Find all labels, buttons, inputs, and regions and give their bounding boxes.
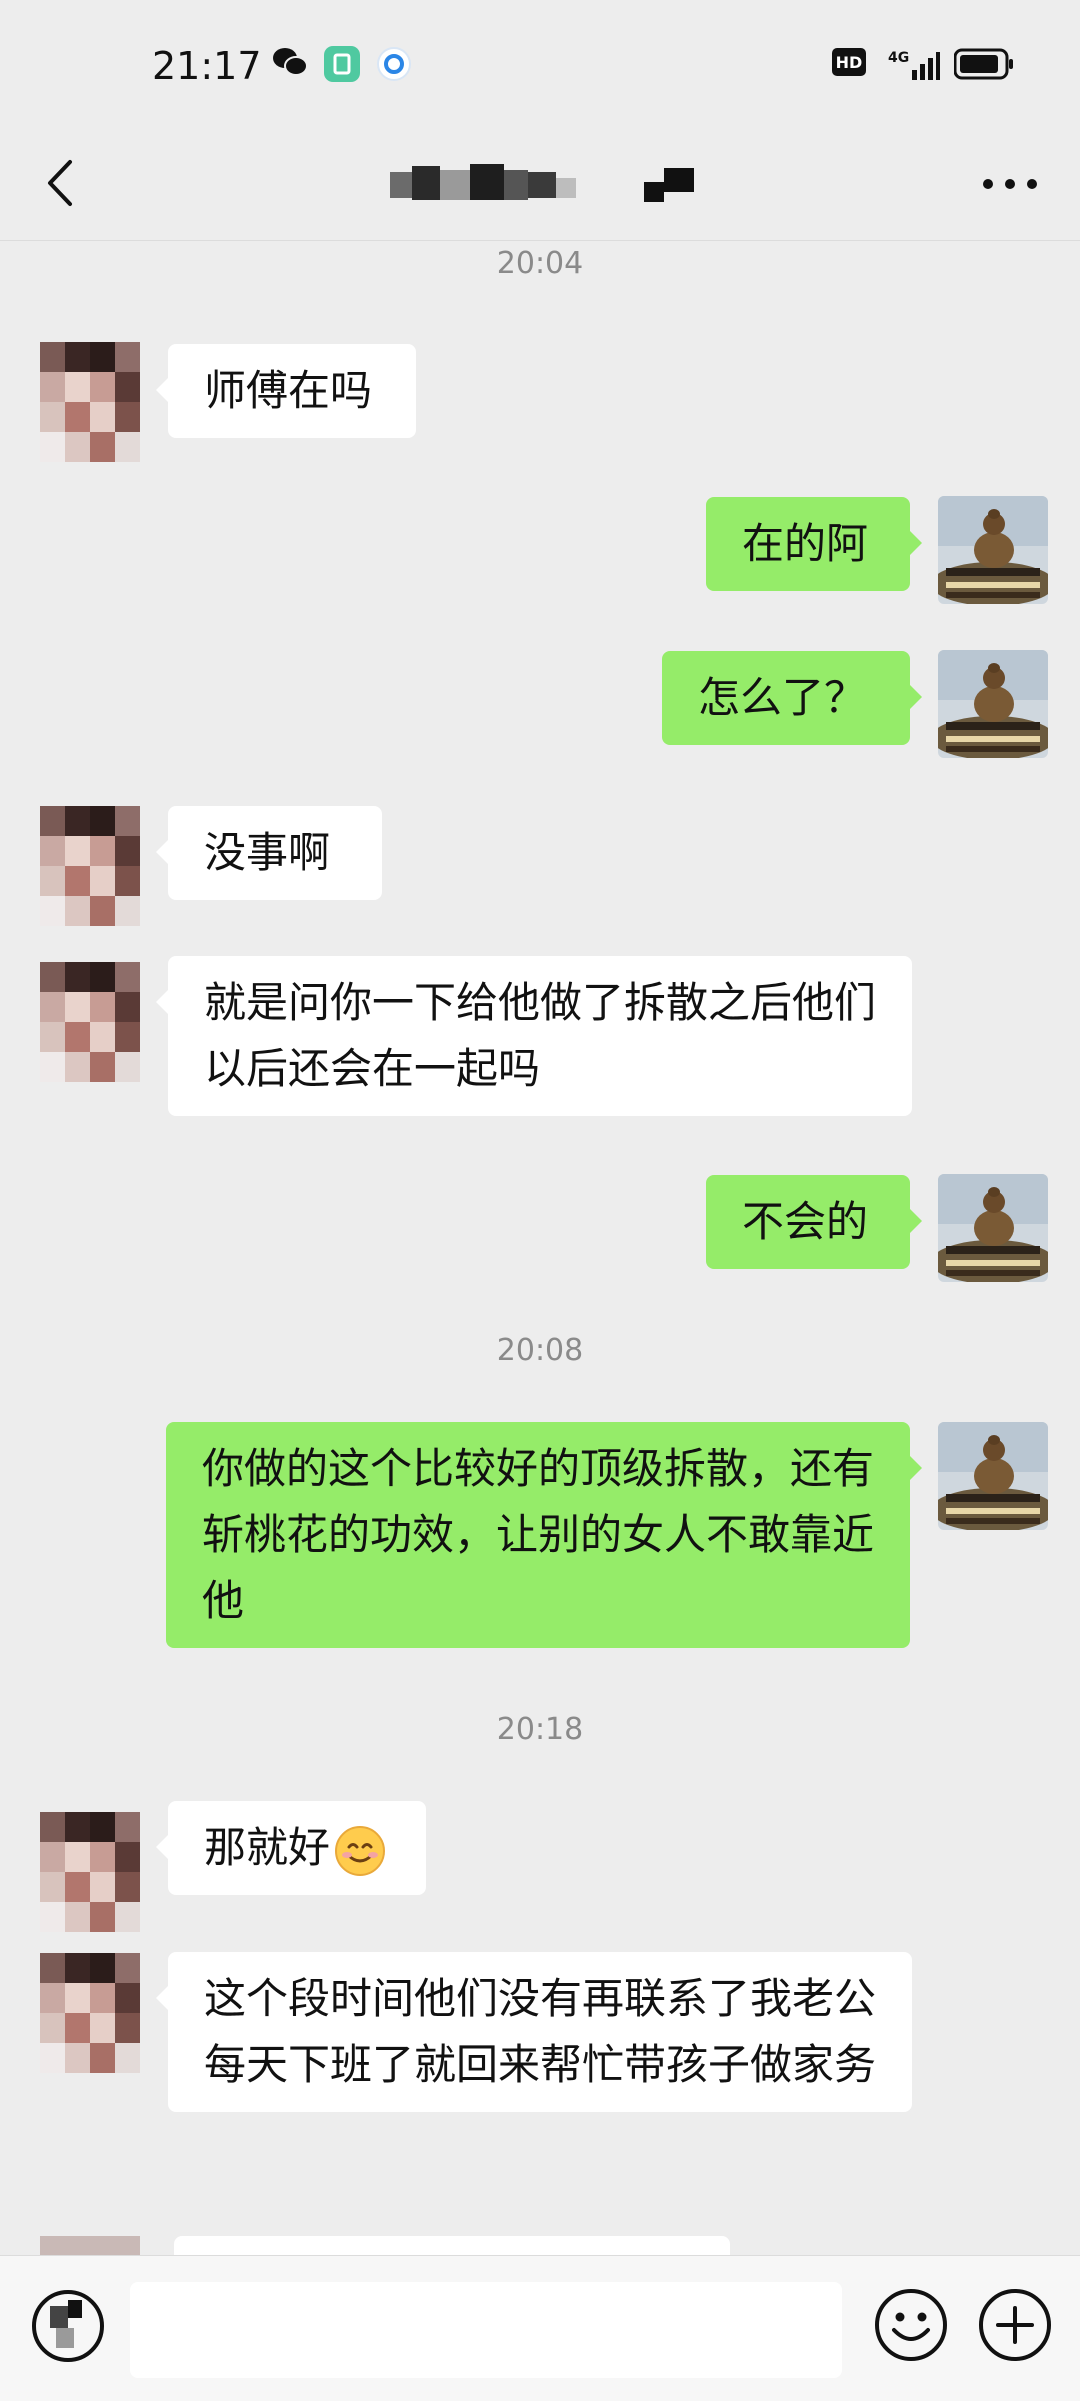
contact-avatar[interactable] — [40, 806, 140, 926]
hd-badge-icon: HD — [832, 48, 866, 76]
contact-avatar — [40, 2236, 140, 2256]
contact-avatar[interactable] — [40, 342, 140, 462]
wechat-icon — [273, 48, 308, 76]
my-avatar[interactable] — [938, 650, 1048, 758]
hd-label: HD — [836, 53, 863, 72]
app-notification-icon — [324, 46, 360, 82]
message-bubble-outgoing: 不会的 — [706, 1175, 922, 1269]
emoji-icon[interactable] — [872, 2286, 950, 2364]
timestamp: 20:08 — [496, 1333, 584, 1368]
my-avatar[interactable] — [938, 496, 1048, 604]
header-divider — [0, 240, 1080, 241]
message-text: 那就好 — [204, 1823, 331, 1872]
battery-icon — [954, 48, 1013, 80]
message-bubble-incoming: 这个段时间他们没有再联系了我老公每天下班了就回来帮忙带孩子做家务 — [156, 1952, 912, 2112]
plus-circle-icon[interactable] — [976, 2286, 1054, 2364]
status-time: 21:17 — [152, 44, 262, 88]
signal-4g-icon: 4G — [888, 50, 940, 80]
network-label: 4G — [888, 50, 909, 66]
status-bar: 21:17 HD 4G — [0, 0, 1080, 140]
timestamp: 20:04 — [496, 246, 584, 281]
my-avatar[interactable] — [938, 1422, 1048, 1530]
smile-emoji-icon — [335, 1825, 386, 1876]
browser-notification-icon — [377, 47, 411, 81]
message-bubble-incoming: 就是问你一下给他做了拆散之后他们以后还会在一起吗 — [156, 956, 912, 1116]
message-bubble-outgoing: 你做的这个比较好的顶级拆散，还有斩桃花的功效，让别的女人不敢靠近他 — [166, 1422, 922, 1648]
chevron-left-icon[interactable] — [30, 148, 100, 218]
chat-title-pixelated — [390, 164, 694, 202]
contact-avatar[interactable] — [40, 1953, 140, 2073]
message-bubble-incoming: 没事啊 — [156, 806, 382, 900]
message-bubble-incoming: 师傅在吗 — [156, 344, 416, 438]
message-bubble-outgoing: 怎么了？ — [662, 651, 922, 745]
message-input[interactable] — [130, 2282, 842, 2378]
my-avatar[interactable] — [938, 1174, 1048, 1282]
message-bubble-outgoing: 在的阿 — [706, 497, 922, 591]
timestamp: 20:18 — [496, 1712, 584, 1747]
contact-avatar[interactable] — [40, 1812, 140, 1932]
message-bubble-incoming: 那就好 — [156, 1801, 426, 1895]
more-horizontal-icon[interactable] — [980, 174, 1040, 194]
contact-avatar[interactable] — [40, 962, 140, 1082]
message-bubble-incoming-partial — [174, 2236, 730, 2256]
chat-input-bar — [0, 2255, 1080, 2401]
chat-header — [0, 140, 1080, 240]
voice-icon[interactable] — [28, 2286, 108, 2366]
